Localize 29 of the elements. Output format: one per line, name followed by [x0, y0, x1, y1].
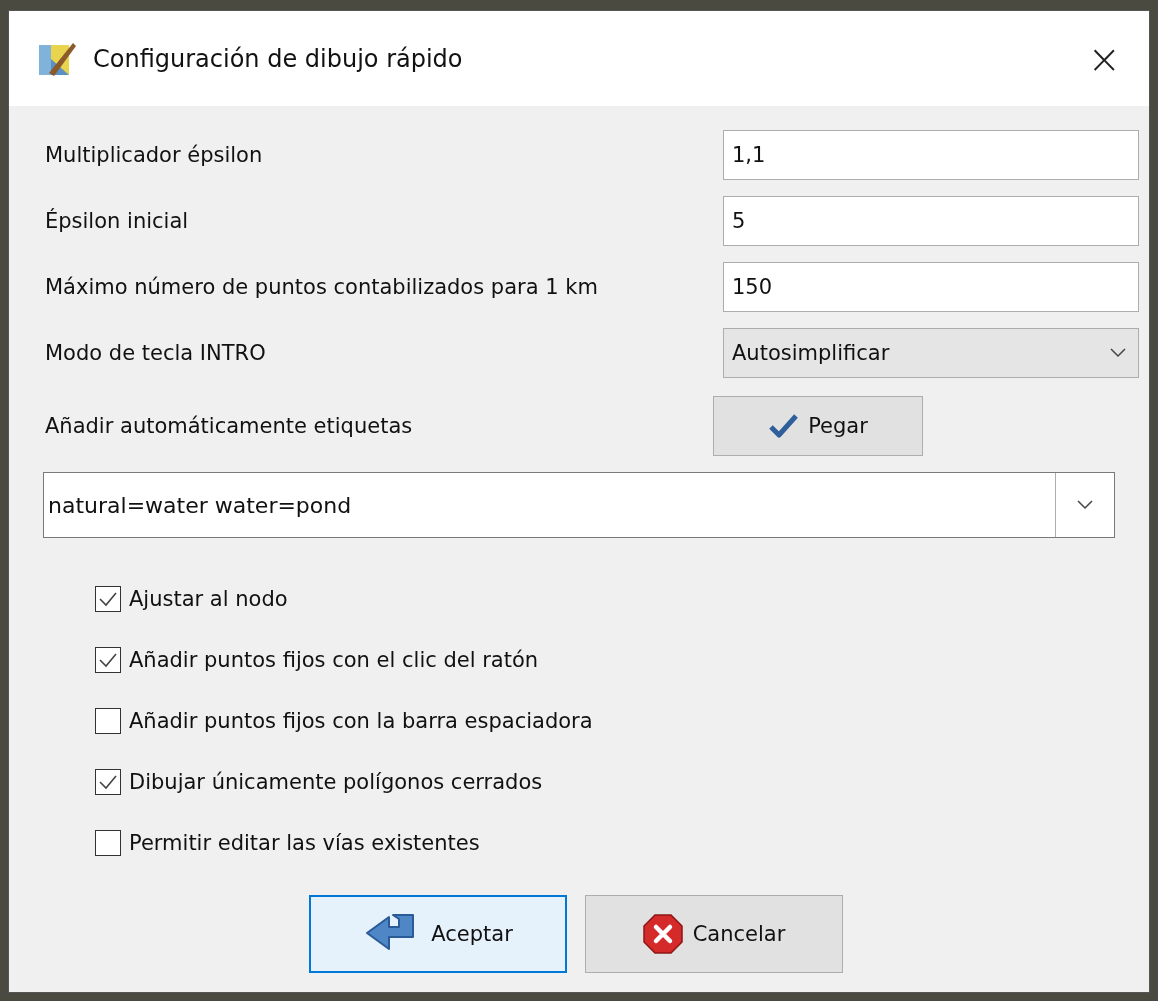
- checkbox[interactable]: [95, 829, 121, 856]
- cancel-button[interactable]: Cancelar: [585, 895, 843, 973]
- field-label: Añadir automáticamente etiquetas: [45, 414, 414, 438]
- tags-combo-field[interactable]: natural=water water=pond: [43, 472, 1115, 538]
- field-label: Modo de tecla INTRO: [45, 341, 267, 365]
- stop-icon: [642, 914, 683, 954]
- window-title: Configuración de dibujo rápido: [93, 44, 464, 73]
- paste-button[interactable]: Pegar: [713, 396, 923, 456]
- checkbox-label: Permitir editar las vías existentes: [129, 830, 480, 855]
- checkbox-label: Ajustar al nodo: [129, 586, 288, 611]
- checkbox[interactable]: [95, 768, 121, 795]
- checkbox[interactable]: [95, 646, 121, 673]
- checkbox-label: Añadir puntos fijos con el clic del ratón: [129, 647, 539, 672]
- checkbox-label: Añadir puntos fijos con la barra espaciadora: [129, 708, 593, 733]
- close-button[interactable]: ×: [1079, 38, 1129, 79]
- checkbox[interactable]: [95, 707, 121, 734]
- checkbox-label: Dibujar únicamente polígonos cerrados: [129, 769, 543, 794]
- checkbox[interactable]: [95, 585, 121, 612]
- input-field[interactable]: 1,1: [723, 130, 1139, 180]
- input-field[interactable]: 150: [723, 262, 1139, 312]
- mode-dropdown[interactable]: Autosimplificar: [723, 328, 1139, 378]
- field-label: Épsilon inicial: [45, 209, 190, 233]
- input-field[interactable]: 5: [723, 196, 1139, 246]
- field-label: Máximo número de puntos contabilizados para 1 km: [45, 275, 599, 299]
- field-label: Multiplicador épsilon: [45, 143, 264, 167]
- chevron-icon: [1077, 500, 1093, 510]
- checkmark-icon: [768, 413, 799, 439]
- accept-button[interactable]: Aceptar: [309, 895, 567, 973]
- chevron-icon: [1110, 348, 1126, 358]
